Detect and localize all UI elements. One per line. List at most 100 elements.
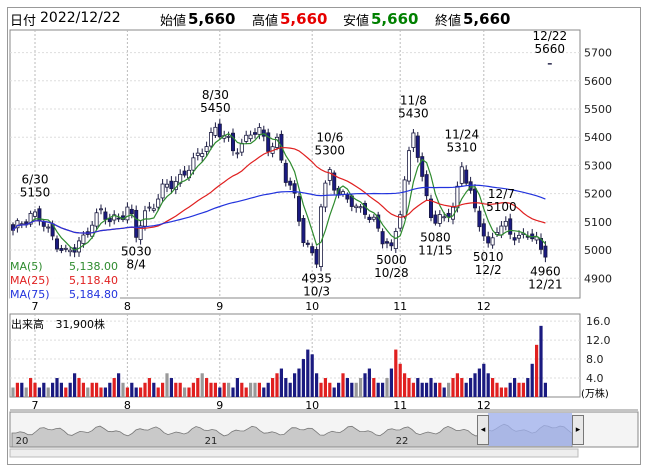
navigator-left-handle[interactable]: ◂ — [477, 415, 489, 445]
volume-bar — [130, 382, 134, 397]
volume-bar — [275, 373, 279, 397]
candle-body — [200, 153, 205, 157]
annotation-value: 5080 — [420, 230, 451, 244]
volume-tick-label: 12.0 — [586, 334, 611, 347]
candle-body — [182, 170, 187, 176]
annotation-value: 5030 — [121, 245, 152, 259]
annotation-value: 4960 — [530, 264, 561, 278]
volume-bar — [235, 378, 239, 397]
volume-bar — [416, 378, 420, 397]
volume-bar — [442, 387, 446, 397]
candle-body — [314, 249, 319, 265]
candle-body — [226, 135, 231, 138]
volume-bar — [253, 382, 257, 397]
volume-bar — [455, 373, 459, 397]
candle-body — [55, 238, 60, 250]
annotation-value: 5300 — [315, 143, 346, 157]
price-tick-label: 5000 — [584, 244, 612, 257]
navigator-right-handle[interactable]: ▸ — [572, 415, 584, 445]
candle-body — [318, 206, 323, 267]
navigator-year-label: 21 — [205, 436, 218, 447]
volume-bar — [73, 373, 77, 397]
volume-title: 出来高 — [11, 318, 44, 331]
volume-bar — [125, 387, 129, 397]
candle-body — [191, 157, 196, 171]
candle-body — [160, 183, 165, 199]
volume-bar — [328, 382, 332, 397]
volume-bar — [464, 382, 468, 397]
ma25-line — [12, 147, 546, 234]
volume-bar — [372, 378, 376, 397]
volume-bar — [29, 378, 33, 397]
price-tick-label: 5200 — [584, 188, 612, 201]
volume-bar — [68, 382, 72, 397]
candles-group — [10, 63, 552, 272]
annotation-date: 10/28 — [374, 266, 409, 280]
volume-bar — [147, 378, 151, 397]
annotation-date: 11/15 — [418, 243, 453, 257]
candle-body — [257, 127, 262, 135]
candle-body — [77, 240, 82, 253]
volume-bar — [257, 382, 261, 397]
volume-bar — [521, 382, 525, 397]
candle-body — [46, 226, 51, 229]
price-tick-label: 5100 — [584, 216, 612, 229]
candle-body — [402, 179, 407, 217]
candle-body — [248, 134, 253, 140]
volume-bar — [297, 368, 301, 397]
ma5-legend-row: MA(5) 5,138.00 — [10, 260, 120, 274]
volume-bar — [460, 378, 464, 397]
volume-bar — [482, 363, 486, 397]
volume-bar — [99, 387, 103, 397]
volume-bar — [385, 378, 389, 397]
volume-bar — [218, 387, 222, 397]
volume-bar — [376, 382, 380, 397]
annotation-date: 12/22 — [533, 29, 568, 43]
volume-bar — [389, 368, 393, 397]
volume-bar — [183, 387, 187, 397]
candle-body — [512, 237, 517, 241]
volume-bar — [495, 382, 499, 397]
volume-bar — [433, 382, 437, 397]
candle-body — [94, 212, 99, 227]
volume-bar — [539, 325, 543, 397]
month-label-volume: 10 — [305, 399, 319, 412]
volume-bar — [288, 382, 292, 397]
navigator-year-label: 22 — [396, 436, 409, 447]
candle-body — [517, 234, 522, 239]
candle-body — [217, 123, 222, 138]
volume-bar — [77, 378, 81, 397]
volume-bar — [37, 387, 41, 397]
volume-bar — [293, 373, 297, 397]
ma5-legend-value: 5,138.00 — [69, 260, 118, 273]
volume-bar — [55, 378, 59, 397]
candle-body — [169, 180, 174, 190]
candle-body — [490, 237, 495, 246]
volume-bar — [20, 382, 24, 397]
navigator-year-label: 20 — [16, 436, 29, 447]
volume-bar — [108, 382, 112, 397]
candle-body — [433, 214, 438, 224]
volume-bar — [411, 382, 415, 397]
volume-bar — [165, 373, 169, 397]
candle-body — [239, 142, 244, 153]
volume-bar — [332, 387, 336, 397]
candle-body — [68, 249, 73, 253]
annotation-date: 8/4 — [127, 258, 146, 272]
annotation-value: 5010 — [473, 250, 504, 264]
volume-value: 31,900株 — [55, 318, 106, 331]
volume-bar — [491, 378, 495, 397]
candle-body — [116, 217, 121, 220]
volume-bar — [354, 382, 358, 397]
volume-bar — [103, 387, 107, 397]
volume-bar — [249, 382, 253, 397]
volume-bar — [266, 382, 270, 397]
annotation-value: 4935 — [301, 271, 332, 285]
volume-bar — [152, 382, 156, 397]
candle-body — [296, 196, 301, 222]
candle-body — [464, 169, 469, 184]
volume-bar — [139, 387, 143, 397]
volume-bar — [451, 378, 455, 397]
volume-bar — [350, 382, 354, 397]
volume-bar — [530, 363, 534, 397]
